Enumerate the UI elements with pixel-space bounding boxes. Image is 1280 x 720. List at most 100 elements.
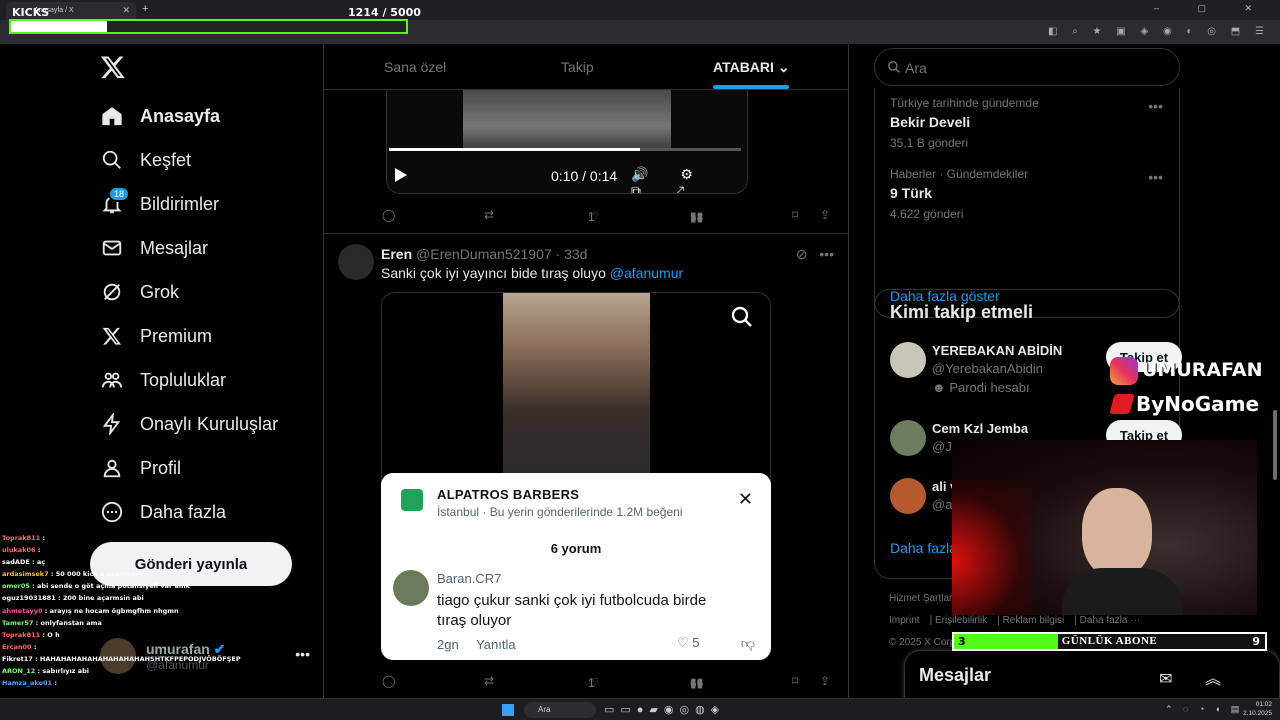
share-icon[interactable]: ⇪ bbox=[820, 208, 830, 222]
nav-item-notifications[interactable]: 18 Bildirimler bbox=[100, 184, 219, 224]
play-icon[interactable] bbox=[395, 168, 407, 182]
post-body: Sanki çok iyi yayıncı bide tıraş oluyo bbox=[381, 265, 606, 281]
nav-label: Anasayfa bbox=[140, 105, 221, 126]
chat-message: Hamza_ako01 : bbox=[2, 677, 292, 689]
video-player[interactable]: 0:10 / 0:14 🔊 ⚙ ⧉ ⤢ bbox=[386, 90, 748, 194]
comment-user[interactable]: Baran.CR7 bbox=[437, 571, 501, 586]
share-icon[interactable]: ⇪ bbox=[820, 674, 830, 688]
place-title[interactable]: ALPATROS BARBERS bbox=[437, 487, 579, 502]
chat-username[interactable]: sadADE bbox=[2, 558, 30, 566]
nav-item-home[interactable]: Anasayfa bbox=[100, 96, 220, 136]
chat-text: : 200 bine açarmsin abi bbox=[55, 594, 144, 603]
map-pin-icon bbox=[401, 489, 423, 511]
chat-username[interactable]: Hamza_ako01 bbox=[2, 679, 52, 687]
system-tray[interactable]: ⌃ ◌ ◔ ◖ ▤ bbox=[1165, 704, 1243, 715]
nav-item-premium[interactable]: Premium bbox=[100, 316, 212, 356]
windows-start-icon[interactable] bbox=[502, 704, 514, 716]
scrollbar[interactable] bbox=[1272, 48, 1278, 698]
nav-item-grok[interactable]: Grok bbox=[100, 272, 179, 312]
comment-like-button[interactable]: ♡ 5 bbox=[677, 635, 700, 651]
trend-item[interactable]: Haberler · Gündemdekiler 9 Türk 4.622 gö… bbox=[890, 167, 1028, 221]
suggestion-name: YEREBAKAN ABİDİN bbox=[932, 343, 1063, 358]
chat-username[interactable]: ARON_12 bbox=[2, 667, 35, 675]
nav-item-explore[interactable]: Keşfet bbox=[100, 140, 191, 180]
parody-icon: ☻ bbox=[932, 380, 946, 395]
video-progress-bar[interactable] bbox=[389, 148, 741, 151]
reply-icon[interactable]: ◯ bbox=[382, 674, 395, 688]
footer-link[interactable]: Reklam bilgisi bbox=[1003, 615, 1065, 626]
chat-username[interactable]: Toprak811 bbox=[2, 631, 40, 639]
trend-item[interactable]: Türkiye tarihinde gündemde Bekir Develi … bbox=[890, 96, 1039, 150]
chat-username[interactable]: ulukak06 bbox=[2, 546, 36, 554]
trend-context: Haberler · Gündemdekiler bbox=[890, 167, 1029, 181]
heart-icon: ♡ bbox=[677, 635, 689, 650]
kicks-progress-fill bbox=[11, 21, 107, 32]
clock[interactable]: 01:02 2.10.2025 bbox=[1243, 700, 1272, 718]
close-icon[interactable]: ✕ bbox=[738, 489, 753, 510]
nav-item-more[interactable]: Daha fazla bbox=[100, 492, 226, 532]
post-author-handle[interactable]: @ErenDuman521907 bbox=[416, 246, 552, 262]
window-controls[interactable]: – ▢ ✕ bbox=[1154, 3, 1270, 14]
suggestion-name: Cem Kzl Jemba bbox=[932, 421, 1029, 436]
new-tab-icon[interactable]: + bbox=[142, 3, 148, 15]
thumbs-down-icon[interactable]: 👎︎ bbox=[741, 635, 755, 652]
search-input[interactable]: Ara bbox=[874, 48, 1180, 86]
post-mention[interactable]: @afanumur bbox=[610, 265, 683, 281]
extension-icons[interactable]: ◧ ⌕ ★ ▣ ◈ ◉ ◐ ◎ ⬒ ☰ bbox=[1048, 26, 1270, 37]
chat-username[interactable]: Ercan00 bbox=[2, 643, 32, 651]
search-icon[interactable] bbox=[730, 305, 754, 329]
avatar bbox=[890, 342, 926, 378]
bookmark-icon[interactable]: ⌑ bbox=[792, 208, 798, 222]
taskbar-apps[interactable]: ▭▭●▰◉◎◍◈ bbox=[604, 703, 725, 716]
reply-link[interactable]: Yanıtla bbox=[476, 637, 516, 652]
tab-following[interactable]: Takip bbox=[561, 59, 594, 75]
webcam-person bbox=[1082, 488, 1152, 578]
post-author-name[interactable]: Eren bbox=[381, 246, 412, 262]
post-text: Sanki çok iyi yayıncı bide tıraş oluyo @… bbox=[381, 265, 683, 281]
show-more-link[interactable]: Daha fazla bbox=[890, 540, 957, 556]
tab-list[interactable]: ATABARI ⌄ bbox=[713, 59, 790, 76]
avatar[interactable] bbox=[338, 244, 374, 280]
repost-icon[interactable]: ⇄ bbox=[484, 674, 494, 688]
avatar bbox=[393, 570, 429, 606]
taskbar-search[interactable]: Ara bbox=[524, 702, 596, 718]
tab-for-you[interactable]: Sana özel bbox=[384, 59, 446, 75]
more-dots-icon[interactable]: ••• bbox=[819, 246, 834, 262]
video-control-icons[interactable]: 🔊 ⚙ ⧉ ⤢ bbox=[631, 166, 747, 193]
footer-link[interactable]: Erişilebilirlik bbox=[935, 615, 987, 626]
chat-message: oguz19031881 : 200 bine açarmsin abi bbox=[2, 592, 292, 604]
chat-username[interactable]: ardasimsek7 bbox=[2, 570, 49, 578]
repost-icon[interactable]: ⇄ bbox=[484, 208, 494, 222]
tab-close-icon[interactable]: ✕ bbox=[122, 5, 130, 16]
views-count: 66 bbox=[690, 676, 704, 690]
chat-username[interactable]: ahmetayy0 bbox=[2, 607, 43, 615]
nav-item-messages[interactable]: Mesajlar bbox=[100, 228, 208, 268]
x-logo-icon[interactable] bbox=[100, 54, 126, 80]
footer-link[interactable]: Daha fazla ··· bbox=[1080, 615, 1141, 626]
footer-link[interactable]: Hizmet Şartları bbox=[889, 593, 955, 604]
reply-icon[interactable]: ◯ bbox=[382, 208, 395, 222]
bookmark-icon[interactable]: ⌑ bbox=[792, 674, 798, 688]
people-icon bbox=[100, 368, 124, 392]
chevron-down-icon: ⌄ bbox=[777, 59, 790, 75]
scroll-thumb[interactable] bbox=[1273, 410, 1277, 480]
nav-label: Premium bbox=[140, 325, 213, 346]
more-dots-icon[interactable]: ••• bbox=[1148, 169, 1163, 185]
nav-item-verified-orgs[interactable]: Onaylı Kuruluşlar bbox=[100, 404, 278, 444]
chat-username[interactable]: Toprak811 bbox=[2, 534, 40, 542]
nav-item-communities[interactable]: Topluluklar bbox=[100, 360, 226, 400]
mail-icon bbox=[100, 236, 124, 260]
grok-icon[interactable]: ⊘ bbox=[796, 246, 808, 262]
browser-tab-strip: Anasayfa / X ✕ + – ▢ ✕ bbox=[0, 0, 1280, 20]
chat-username[interactable]: Fikret17 bbox=[2, 655, 33, 663]
nav-item-profile[interactable]: Profil bbox=[100, 448, 181, 488]
more-dots-icon[interactable]: ••• bbox=[1148, 98, 1163, 114]
chat-username[interactable]: omer05 bbox=[2, 582, 30, 590]
footer-link[interactable]: Imprint bbox=[889, 615, 920, 626]
messages-icons[interactable]: ✉ ︽ bbox=[1159, 665, 1235, 689]
like-count: 1 bbox=[588, 210, 595, 224]
more-dots-icon[interactable]: ••• bbox=[295, 646, 310, 662]
chat-username[interactable]: Tamer57 bbox=[2, 619, 33, 627]
post-age[interactable]: 33d bbox=[564, 246, 587, 262]
chat-username[interactable]: oguz19031881 bbox=[2, 594, 56, 602]
